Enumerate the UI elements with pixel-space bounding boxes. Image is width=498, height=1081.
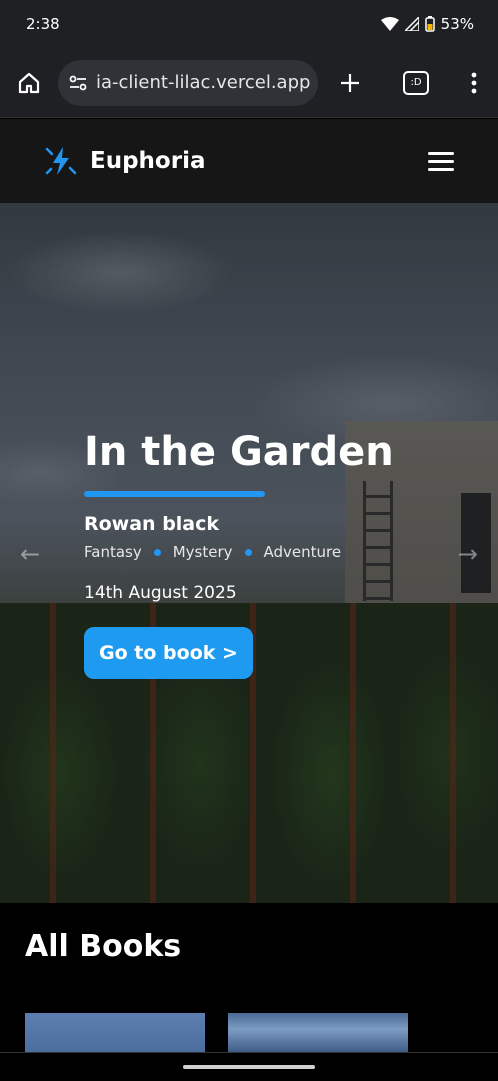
tune-icon[interactable] [68,73,88,93]
book-author: Rowan black [84,513,220,535]
home-gesture-handle[interactable] [183,1065,315,1069]
signal-icon [404,17,419,31]
browser-toolbar: ia-client-lilac.vercel.app :D [0,48,498,118]
status-icons: 53% [380,15,474,33]
section-title: All Books [25,929,182,964]
arrow-left-icon[interactable]: ← [20,540,40,568]
genre-separator [153,548,161,556]
release-date: 14th August 2025 [84,583,237,603]
hero-carousel: ← → In the Garden Rowan black Fantasy My… [0,203,498,903]
battery-icon [424,16,435,32]
browser-actions: :D [318,70,498,95]
hero-content: In the Garden Rowan black Fantasy Myster… [84,425,394,679]
genre-tag: Mystery [172,543,233,561]
wifi-icon [380,17,399,31]
brand-name: Euphoria [90,148,206,174]
home-button[interactable] [0,71,58,95]
genre-tag: Fantasy [84,543,142,561]
gesture-navigation-bar [0,1052,498,1081]
url-text[interactable]: ia-client-lilac.vercel.app [96,72,310,93]
title-underline [84,491,265,497]
address-bar[interactable]: ia-client-lilac.vercel.app [58,59,318,106]
genre-separator [244,548,252,556]
genre-tag: Adventure [263,543,342,561]
home-icon [18,72,40,93]
plus-icon[interactable] [339,72,361,94]
more-vert-icon[interactable] [471,72,477,94]
site-header: Euphoria [0,119,498,203]
all-books-section: All Books [0,903,498,1053]
book-card[interactable] [228,1013,408,1053]
hamburger-icon[interactable] [428,151,454,171]
battery-percent: 53% [440,15,474,33]
status-time: 2:38 [26,15,60,33]
status-bar: 2:38 53% [0,0,498,48]
book-card[interactable] [25,1013,205,1053]
arrow-right-icon[interactable]: → [458,540,478,568]
brand-link[interactable]: Euphoria [44,144,205,178]
go-to-book-button[interactable]: Go to book > [84,627,253,679]
tab-switcher-button[interactable]: :D [403,70,429,95]
lightning-logo-icon [45,147,77,175]
hero-title: In the Garden [84,429,394,475]
genre-list: Fantasy Mystery Adventure [84,543,394,561]
